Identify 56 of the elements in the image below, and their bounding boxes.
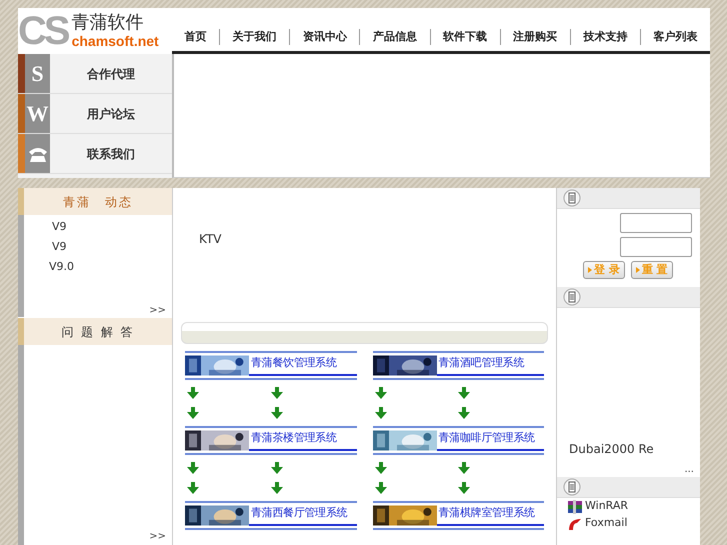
side-menu-item[interactable]: S 合作代理 <box>18 54 172 94</box>
download-link[interactable]: Foxmail <box>585 515 628 532</box>
news-link[interactable]: Dubai2000 Re <box>569 440 700 458</box>
download-arrow-icon <box>374 387 386 399</box>
download-link[interactable]: WinRAR <box>585 498 628 515</box>
product-link[interactable]: 青蒲酒吧管理系统 <box>436 353 544 376</box>
letter-tile: W <box>25 94 50 133</box>
intro-text: KTV <box>199 232 222 246</box>
books-icon <box>567 500 583 514</box>
product-link[interactable]: 青蒲茶楼管理系统 <box>249 428 356 451</box>
download-arrow-icon <box>270 407 283 419</box>
nav-link[interactable]: 注册购买 <box>500 28 570 45</box>
news-link[interactable]: V9.0 <box>49 259 172 279</box>
download-arrow-icon <box>374 462 386 474</box>
site-domain: chamsoft.net <box>72 32 159 49</box>
product-link[interactable]: 青蒲西餐厅管理系统 <box>249 503 356 526</box>
product-link[interactable]: 青蒲棋牌室管理系统 <box>436 503 544 526</box>
nav-link[interactable]: 关于我们 <box>219 28 290 45</box>
download-arrow-icon <box>458 387 470 399</box>
news-link[interactable]: V9 <box>52 239 172 259</box>
more-link[interactable]: >> <box>149 305 166 316</box>
download-arrow-icon <box>458 482 470 494</box>
download-arrow-icon <box>187 482 199 494</box>
site-name: 青蒲软件 <box>72 13 145 33</box>
letter-tile: S <box>25 54 50 93</box>
more-link[interactable]: >> <box>149 531 166 542</box>
nav-link[interactable]: 技术支持 <box>570 28 640 45</box>
download-arrow-icon <box>270 462 283 474</box>
section-header: 问 题 解 答 <box>18 318 172 345</box>
download-arrow-icon <box>187 407 199 419</box>
download-arrow-icon <box>458 407 470 419</box>
side-menu-item[interactable]: 联系我们 <box>18 134 172 174</box>
swoosh-icon <box>567 516 583 530</box>
download-arrow-icon <box>374 482 386 494</box>
input-field[interactable] <box>620 213 692 233</box>
more-link[interactable]: ... <box>684 464 694 475</box>
arrow-icon <box>588 267 592 273</box>
section-header: 青蒲 动态 <box>18 188 172 215</box>
side-menu-item[interactable]: W 用户论坛 <box>18 94 172 134</box>
nav-link[interactable]: 首页 <box>172 28 220 45</box>
product-link[interactable]: 青蒲餐饮管理系统 <box>249 353 356 376</box>
download-arrow-icon <box>270 482 283 494</box>
arrow-icon <box>636 267 640 273</box>
download-arrow-icon <box>187 387 199 399</box>
input-field[interactable] <box>620 237 692 257</box>
download-arrow-icon <box>458 462 470 474</box>
download-arrow-icon <box>187 462 199 474</box>
product-link[interactable]: 青蒲咖啡厅管理系统 <box>436 428 544 451</box>
nav-link[interactable]: 客户列表 <box>640 28 710 45</box>
logo-mark: CS <box>18 11 68 51</box>
nav-link[interactable]: 资讯中心 <box>289 28 360 45</box>
nav-link[interactable]: 产品信息 <box>359 28 430 45</box>
download-arrow-icon <box>270 387 283 399</box>
download-arrow-icon <box>374 407 386 419</box>
news-link[interactable]: V9 <box>52 219 172 239</box>
nav-link[interactable]: 软件下载 <box>430 28 500 45</box>
